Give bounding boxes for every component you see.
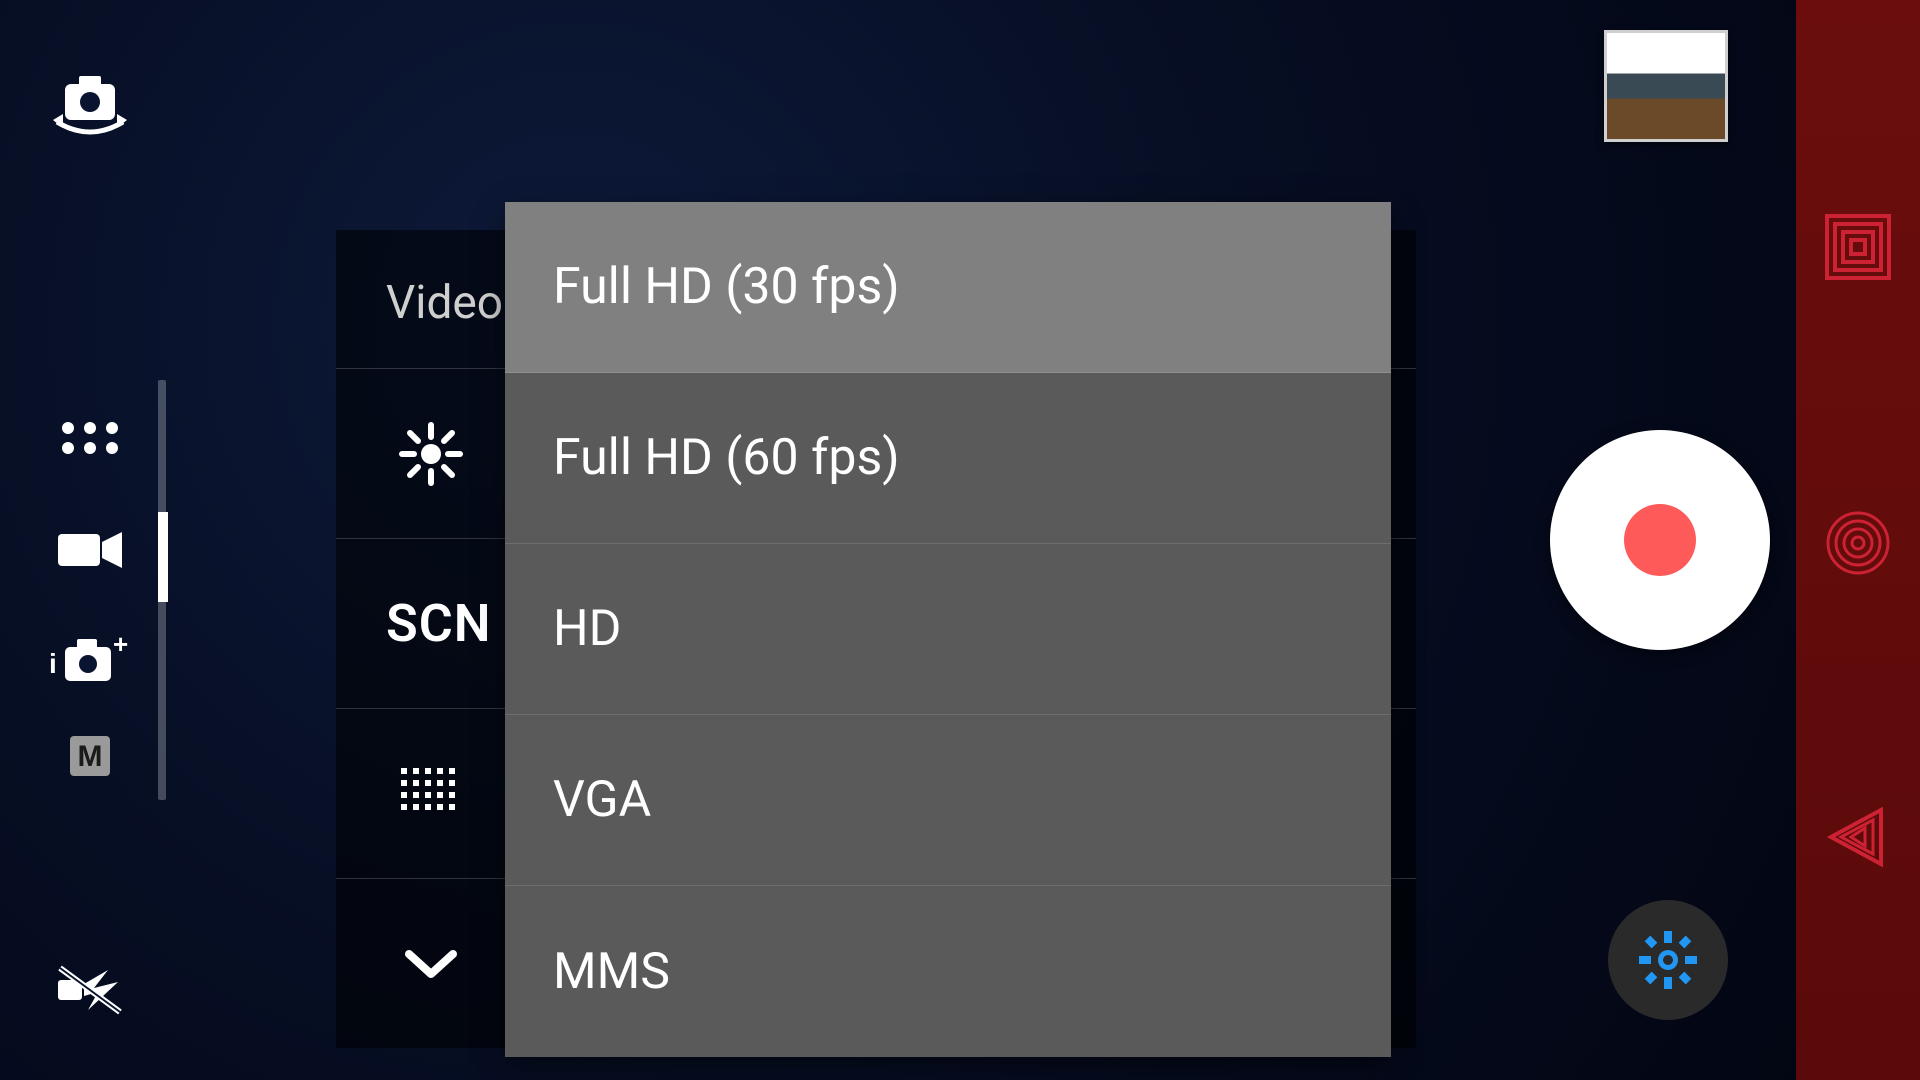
resolution-option-hd[interactable]: HD <box>505 544 1391 715</box>
mode-manual-button[interactable]: M <box>40 706 140 806</box>
resolution-grid-icon <box>386 768 476 820</box>
resolution-option-full-hd-30[interactable]: Full HD (30 fps) <box>505 202 1391 373</box>
settings-tab-label: Video <box>386 276 503 330</box>
option-label: Full HD (30 fps) <box>553 258 900 316</box>
nav-recent-apps-button[interactable] <box>1821 210 1895 284</box>
camera-settings-button[interactable] <box>1608 900 1728 1020</box>
option-label: MMS <box>553 943 670 1001</box>
record-dot-icon <box>1624 504 1696 576</box>
mode-rail-scroll-indicator <box>158 380 166 800</box>
gallery-thumbnail-button[interactable] <box>1604 30 1728 142</box>
video-camera-icon <box>54 526 126 574</box>
svg-text:M: M <box>78 740 103 773</box>
manual-mode-icon: M <box>66 732 114 780</box>
nav-back-button[interactable] <box>1821 800 1895 874</box>
resolution-dropdown: Full HD (30 fps) Full HD (60 fps) HD VGA… <box>505 202 1391 1057</box>
gear-icon <box>1637 929 1699 991</box>
switch-camera-button[interactable] <box>40 56 140 156</box>
flash-toggle-button[interactable] <box>40 940 140 1040</box>
mode-rail-scroll-thumb <box>158 512 168 602</box>
nav-home-button[interactable] <box>1825 510 1891 576</box>
system-nav-bar <box>1796 0 1920 1080</box>
resolution-option-mms[interactable]: MMS <box>505 886 1391 1057</box>
recent-apps-icon <box>1821 210 1895 284</box>
left-mode-rail: i + M <box>0 0 180 1080</box>
brightness-icon <box>386 419 476 489</box>
resolution-option-vga[interactable]: VGA <box>505 715 1391 886</box>
mode-apps-button[interactable] <box>40 388 140 488</box>
mode-video-button[interactable] <box>40 500 140 600</box>
svg-text:i: i <box>49 648 57 679</box>
option-label: Full HD (60 fps) <box>553 429 900 487</box>
resolution-option-full-hd-60[interactable]: Full HD (60 fps) <box>505 373 1391 544</box>
scene-label: SCN <box>386 593 492 654</box>
home-spiral-icon <box>1825 510 1891 576</box>
apps-grid-icon <box>60 418 120 458</box>
chevron-down-icon <box>386 946 476 982</box>
switch-camera-icon <box>51 72 129 140</box>
option-label: VGA <box>553 771 651 829</box>
back-triangle-icon <box>1821 800 1895 874</box>
svg-text:+: + <box>113 635 128 659</box>
mode-superior-auto-button[interactable]: i + <box>40 612 140 712</box>
record-button[interactable] <box>1550 430 1770 650</box>
flash-off-icon <box>54 960 126 1020</box>
superior-auto-icon: i + <box>49 635 131 689</box>
option-label: HD <box>553 600 621 658</box>
